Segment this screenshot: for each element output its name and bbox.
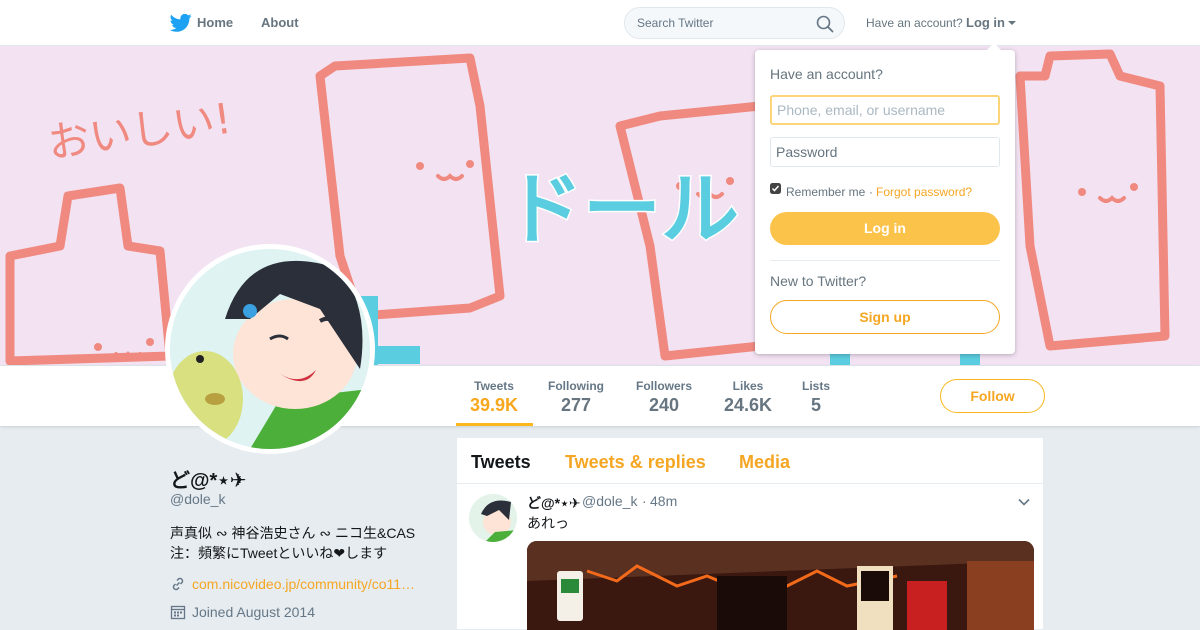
profile-bio-line: 声真似 ∾ 神谷浩史さん ∾ ニコ生&CAS	[170, 525, 416, 541]
signup-button[interactable]: Sign up	[770, 300, 1000, 334]
avatar-illustration	[170, 249, 370, 449]
tweet-timestamp[interactable]: 48m	[650, 493, 677, 509]
separator-dot: ·	[869, 185, 873, 199]
search-input[interactable]: Search Twitter	[624, 7, 845, 39]
login-dropdown-toggle[interactable]: Log in	[966, 15, 1005, 30]
profile-name: ど@*⋆✈	[170, 470, 247, 492]
tweet-text: あれっ	[527, 515, 569, 531]
tweet-author-name[interactable]: ど@*⋆✈	[527, 493, 581, 513]
stat-lists[interactable]: Lists 5	[802, 379, 830, 416]
chevron-down-icon[interactable]	[1017, 495, 1031, 509]
tab-tweets-replies[interactable]: Tweets & replies	[565, 452, 706, 473]
active-tab-underline	[456, 423, 533, 426]
tweet-avatar[interactable]	[469, 494, 517, 542]
stat-following[interactable]: Following 277	[548, 379, 604, 416]
noodle-cup-image	[527, 541, 1034, 630]
stat-followers[interactable]: Followers 240	[636, 379, 692, 416]
remember-me-checkbox[interactable]	[770, 183, 781, 194]
have-account-text: Have an account?	[866, 16, 963, 30]
link-icon	[172, 577, 184, 591]
follow-button[interactable]: Follow	[940, 379, 1045, 413]
username-field[interactable]	[770, 95, 1000, 125]
tweet-separator: ·	[642, 493, 647, 509]
calendar-icon	[170, 605, 186, 620]
remember-me-label[interactable]: Remember me	[786, 185, 865, 199]
stat-label: Following	[548, 379, 604, 393]
forgot-password-link[interactable]: Forgot password?	[876, 185, 972, 199]
stat-label: Lists	[802, 379, 831, 393]
new-to-twitter-text: New to Twitter?	[770, 273, 867, 289]
home-link[interactable]: Home	[170, 15, 233, 30]
stat-label: Followers	[636, 379, 693, 393]
stat-value: 24.6K	[724, 395, 773, 415]
tab-tweets[interactable]: Tweets	[471, 452, 531, 473]
tweet-media-image[interactable]	[527, 541, 1034, 630]
stat-value: 5	[811, 395, 822, 415]
login-button[interactable]: Log in	[770, 212, 1000, 245]
stat-label: Likes	[732, 379, 764, 393]
stat-value: 39.9K	[470, 395, 519, 415]
profile-avatar[interactable]	[165, 244, 375, 454]
profile-joined-date: Joined August 2014	[192, 604, 315, 620]
divider	[770, 260, 1000, 261]
timeline: Tweets Tweets & replies Media ど@*⋆✈ @dol…	[456, 437, 1044, 630]
banner-text-oishii: おいしい!	[45, 94, 235, 168]
top-navigation: Home About Search Twitter Have an accoun…	[0, 0, 1200, 46]
profile-handle: @dole_k	[170, 491, 226, 507]
banner-text-doll: ドール	[505, 165, 739, 255]
dropdown-arrow	[986, 43, 1002, 51]
dropdown-title: Have an account?	[770, 66, 883, 82]
about-link[interactable]: About	[261, 15, 299, 30]
password-field[interactable]	[770, 137, 1000, 167]
stat-value: 277	[560, 395, 592, 415]
search-icon[interactable]	[816, 15, 834, 33]
stat-likes[interactable]: Likes 24.6K	[724, 379, 772, 416]
stat-label: Tweets	[474, 379, 514, 393]
stat-tweets[interactable]: Tweets 39.9K	[470, 379, 518, 416]
search-placeholder: Search Twitter	[637, 16, 714, 30]
stat-value: 240	[648, 395, 680, 415]
tab-media[interactable]: Media	[739, 452, 790, 473]
timeline-tabs: Tweets Tweets & replies Media	[457, 438, 1043, 484]
login-dropdown: Have an account? Remember me · Forgot pa…	[755, 43, 1015, 354]
tweet-author-handle[interactable]: @dole_k	[582, 493, 637, 509]
profile-bio-line: 注：頻繁にTweetといいね❤︎します	[170, 545, 388, 561]
profile-website-link[interactable]: com.nicovideo.jp/community/co11…	[192, 576, 418, 592]
caret-down-icon[interactable]	[1008, 21, 1016, 25]
